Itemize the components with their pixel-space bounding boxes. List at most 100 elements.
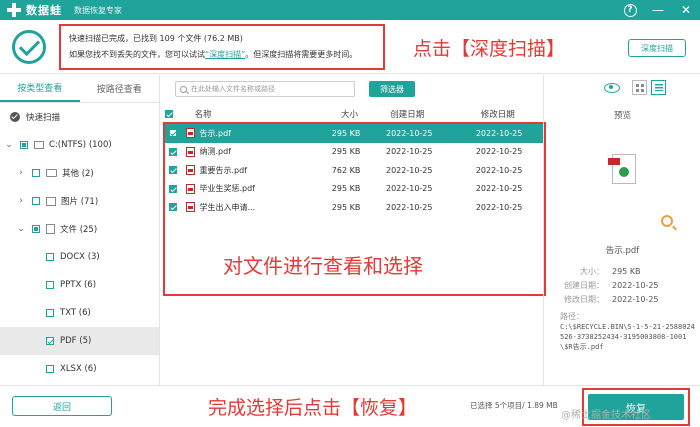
tree-item-label: 其他 (2) [62,169,94,179]
tree-item-txt[interactable]: TXT (6) [0,299,159,327]
pptx-checkbox[interactable] [46,281,54,289]
tree-item-label: TXT (6) [60,308,91,318]
table-row[interactable]: 纳测.pdf 295 KB 2022-10-25 2022-10-25 [165,143,544,162]
chevron-right-icon[interactable]: › [16,196,26,206]
search-icon [180,85,187,93]
drive-icon [34,141,44,149]
deep-scan-link[interactable]: “深度扫描” [205,50,245,59]
pdf-preview-icon [608,154,636,184]
row-checkbox[interactable] [168,129,177,138]
check-circle-icon [10,112,20,122]
tree-item-label: C:(NTFS) (100) [49,140,112,150]
pdf-file-icon [186,146,196,157]
category-sidebar: 按类型查看 按路径查看 快速扫描 ⌄ C:(NTFS) (100) › 其他 (… [0,75,160,385]
select-all-checkbox[interactable] [164,109,173,118]
file-created: 2022-10-25 [385,165,433,175]
documents-checkbox[interactable] [32,225,40,233]
meta-path: C:\$RECYCLE.BIN\S-1-5-21-2588024526-3738… [560,323,695,351]
table-row[interactable]: 重要告示.pdf 762 KB 2022-10-25 2022-10-25 [165,161,544,180]
chevron-down-icon[interactable]: ⌄ [16,224,26,234]
tree-item-quick-scan[interactable]: 快速扫描 [0,103,159,131]
chevron-right-icon[interactable]: › [16,168,26,178]
file-created: 2022-10-25 [385,184,433,194]
folder-icon [46,169,57,177]
image-icon [46,196,56,206]
meta-size: 295 KB [612,266,641,276]
file-name: 告示.pdf [199,128,231,138]
tree-item-drive[interactable]: ⌄ C:(NTFS) (100) [0,131,159,159]
file-size: 762 KB [331,165,361,175]
file-modified: 2022-10-25 [475,147,523,157]
tab-by-path[interactable]: 按路径查看 [80,75,160,102]
tree-item-images[interactable]: › 图片 (71) [0,187,159,215]
tree-item-pdf[interactable]: PDF (5) [0,327,159,355]
row-checkbox[interactable] [168,147,177,156]
column-name[interactable]: 名称 [183,108,293,120]
back-button[interactable]: 返回 [12,396,112,416]
tree-item-label: XLSX (6) [60,364,97,374]
column-created[interactable]: 创建日期 [362,108,453,120]
file-modified: 2022-10-25 [475,128,523,138]
tree-item-label: PPTX (6) [60,280,97,290]
file-name: 学生出入申请... [199,202,256,212]
row-checkbox[interactable] [168,203,177,212]
images-checkbox[interactable] [32,197,40,205]
deep-scan-button[interactable]: 深度扫描 [628,39,686,57]
deep-scan-hint: 如果您找不到丢失的文件，您可以试试“深度扫描”。但深度扫描将需要更多时间。 [69,50,358,59]
meta-path-label: 路径： [560,312,584,321]
close-button[interactable]: ✕ [678,2,694,18]
file-created: 2022-10-25 [385,128,433,138]
file-name: 重要告示.pdf [199,165,247,175]
column-modified[interactable]: 修改日期 [452,108,543,120]
scan-info-box: 快速扫描已完成，已找到 109 个文件 (76.2 MB) 如果您找不到丢失的文… [59,24,385,70]
zoom-icon[interactable] [661,215,673,227]
annotation-recover: 完成选择后点击【恢复】 [208,397,418,419]
preview-toggle-eye-icon[interactable] [604,82,620,93]
tree-item-documents[interactable]: ⌄ 文件 (25) [0,215,159,243]
chevron-down-icon[interactable]: ⌄ [4,140,14,150]
tree-item-label: 文件 (25) [60,225,98,235]
txt-checkbox[interactable] [46,309,54,317]
watermark: @稀土掘金技术社区 [561,410,651,421]
app-logo-icon [6,2,22,18]
pdf-file-icon [186,128,196,139]
table-row[interactable]: 学生出入申请... 295 KB 2022-10-25 2022-10-25 [165,198,544,217]
app-subtitle: 数据恢复专家 [74,5,122,15]
minimize-button[interactable]: — [650,2,666,18]
preview-panel: 预览 告示.pdf 大小： 295 KB 创建日期： 2022-10-25 修改日期… [543,75,700,385]
tree-item-label: 快速扫描 [26,113,61,123]
grid-icon [635,83,644,92]
tree-item-label: DOCX (3) [60,252,100,262]
tree-item-label: 图片 (71) [61,197,99,207]
pdf-file-icon [186,183,196,194]
scan-result-header: 快速扫描已完成，已找到 109 个文件 (76.2 MB) 如果您找不到丢失的文… [0,20,700,74]
row-checkbox[interactable] [168,184,177,193]
tree-item-docx[interactable]: DOCX (3) [0,243,159,271]
docx-checkbox[interactable] [46,253,54,261]
tree-item-xlsx[interactable]: XLSX (6) [0,355,159,383]
scan-complete-check-icon [12,30,46,64]
column-size[interactable]: 大小 [293,108,362,120]
pdf-file-icon [186,202,196,213]
grid-view-button[interactable] [632,80,647,95]
tree-item-other[interactable]: › 其他 (2) [0,159,159,187]
tree-item-pptx[interactable]: PPTX (6) [0,271,159,299]
list-icon [654,84,663,91]
table-row[interactable]: 告示.pdf 295 KB 2022-10-25 2022-10-25 [165,124,544,143]
drive-checkbox[interactable] [20,141,28,149]
xlsx-checkbox[interactable] [46,365,54,373]
file-size: 295 KB [331,184,361,194]
search-placeholder: 在此处输入文件名称或路径 [191,85,275,93]
other-checkbox[interactable] [32,169,40,177]
help-button[interactable]: ? [622,2,638,18]
list-view-button[interactable] [651,80,666,95]
pdf-checkbox[interactable] [46,337,54,345]
preview-title: 预览 [613,111,631,121]
file-name: 毕业生奖惩.pdf [199,184,255,194]
search-input[interactable]: 在此处输入文件名称或路径 [175,81,355,97]
tab-by-type[interactable]: 按类型查看 [0,75,80,102]
row-checkbox[interactable] [168,166,177,175]
preview-file-name: 告示.pdf [605,246,640,256]
table-row[interactable]: 毕业生奖惩.pdf 295 KB 2022-10-25 2022-10-25 [165,180,544,199]
filter-button[interactable]: 筛选器 [369,81,415,97]
